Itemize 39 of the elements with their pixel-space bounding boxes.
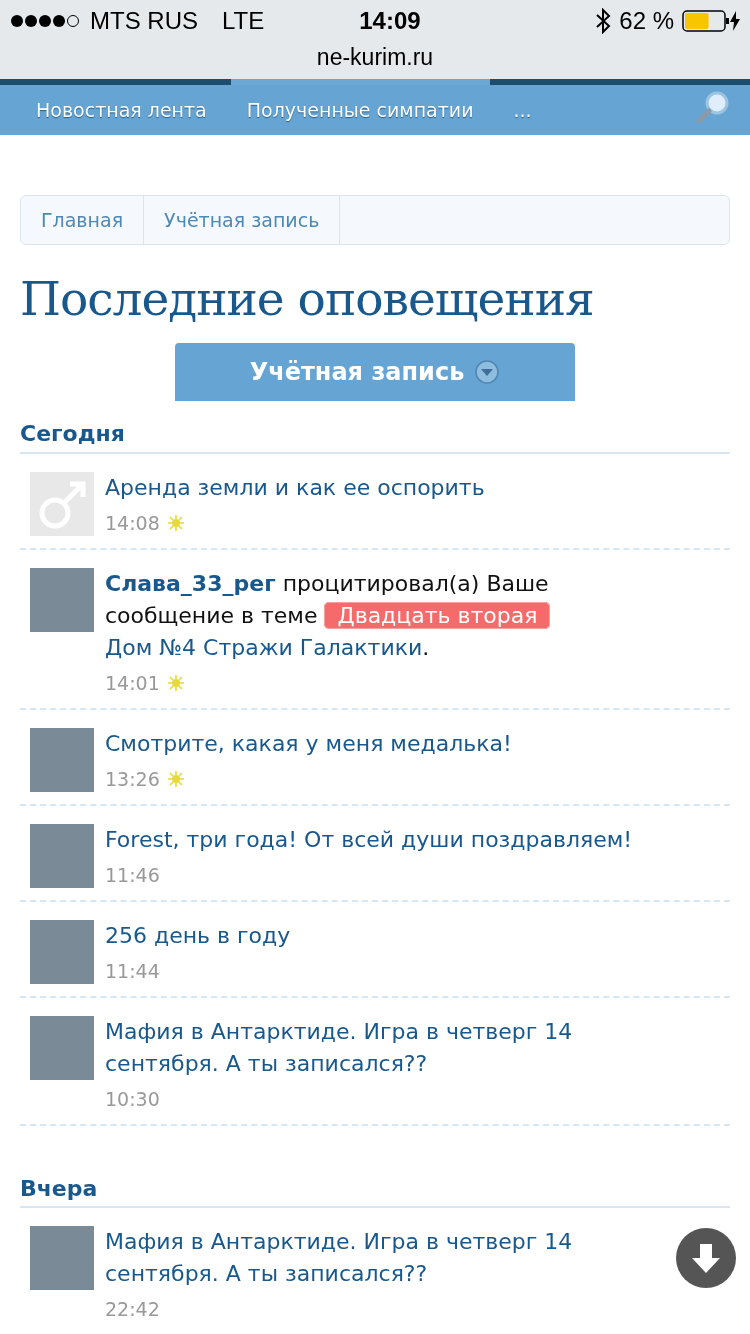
avatar-photo-placeholder[interactable] [30, 567, 94, 632]
alert-link[interactable]: Аренда земли и как ее оспорить [105, 471, 665, 504]
alert-link[interactable]: Forest, три года! От всей души поздравляем! [105, 823, 665, 856]
alert-time: 14:01 [105, 670, 160, 696]
section-heading: Вчера [20, 1175, 730, 1209]
avatar-photo-placeholder[interactable] [30, 1226, 94, 1291]
search-icon[interactable] [696, 90, 730, 124]
alert-time: 14:08 [105, 510, 160, 536]
alert-time: 22:42 [105, 1297, 160, 1323]
alert-text: Слава_33_рег процитировал(а) Ваше сообщение в теме Двадцать вторая Дом №4 Стражи Галактики. [105, 569, 552, 662]
clock: 14:09 [359, 6, 421, 36]
breadcrumb-link[interactable]: Учётная запись [144, 196, 341, 244]
page-title: Последние оповещения [20, 271, 595, 328]
alert-link[interactable]: 256 день в году [105, 919, 665, 952]
bluetooth-icon [595, 8, 612, 34]
alert-time: 13:26 [105, 766, 160, 792]
dropdown-caret-icon [474, 359, 501, 386]
username-link[interactable]: Слава_33_рег [105, 570, 276, 596]
alert-link[interactable]: Мафия в Антарктиде. Игра в четверг 14 сентября. А ты записался?? [105, 1015, 665, 1080]
alert-time: 10:30 [105, 1086, 160, 1112]
section-heading: Сегодня [20, 421, 730, 454]
avatar-photo-placeholder[interactable] [30, 1015, 94, 1080]
signal-icon [10, 14, 82, 28]
alert-time: 11:44 [105, 958, 160, 984]
carrier-name: MTS RUS [90, 6, 198, 36]
thread-link[interactable]: Дом №4 Стражи Галактики [105, 634, 423, 660]
avatar-photo-placeholder[interactable] [30, 823, 94, 888]
scroll-down-button[interactable] [676, 1228, 736, 1288]
alert-time: 11:46 [105, 862, 160, 888]
battery-icon [682, 10, 730, 32]
breadcrumb-link[interactable]: Главная [21, 196, 145, 244]
network-type: LTE [222, 6, 265, 36]
avatar-photo-placeholder[interactable] [30, 727, 94, 792]
address-bar[interactable]: ne-kurim.ru [0, 42, 750, 72]
alert-link[interactable]: Мафия в Антарктиде. Игра в четверг 14 сентября. А ты записался?? [105, 1226, 665, 1291]
thread-prefix-label: Двадцать вторая [324, 601, 551, 629]
avatar-photo-placeholder[interactable] [30, 919, 94, 984]
alert-link[interactable]: Смотрите, какая у меня медалька! [105, 727, 665, 760]
battery-percentage: 62 % [619, 6, 674, 36]
